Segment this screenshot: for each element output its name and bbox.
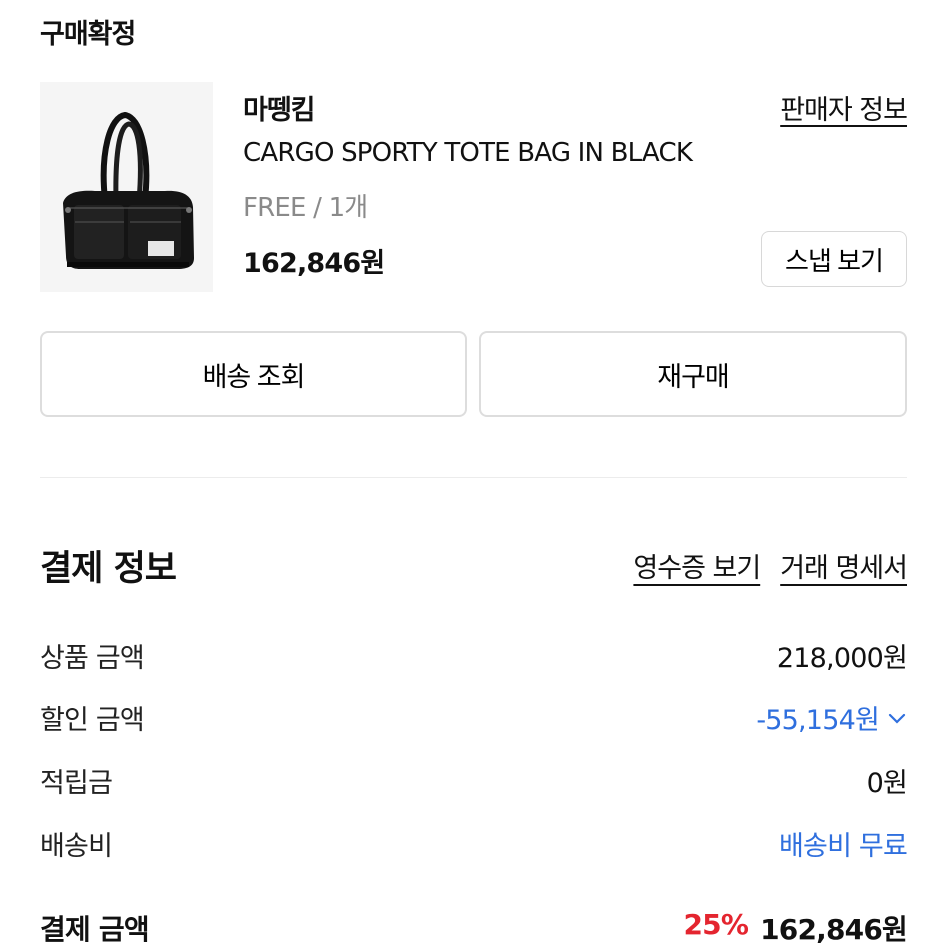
product-amount-label: 상품 금액 xyxy=(40,643,145,674)
product-thumbnail[interactable] xyxy=(40,82,213,292)
product-price: 162,846원 xyxy=(243,248,385,279)
discount-percent: 25% xyxy=(683,908,749,941)
payment-links: 영수증 보기 거래 명세서 xyxy=(633,546,908,585)
payment-total-value: 162,846원 xyxy=(760,913,908,946)
payment-total-label: 결제 금액 xyxy=(40,913,150,946)
brand-name: 마뗑킴 xyxy=(243,95,316,126)
chevron-down-icon xyxy=(888,713,906,724)
purchase-detail-page: 구매확정 마뗑킴 판매자 정보 CARGO SPORTY TOTE BAG IN… xyxy=(0,0,947,947)
order-status: 구매확정 xyxy=(40,19,136,50)
product-option: FREE / 1개 xyxy=(243,193,368,223)
payment-info-title: 결제 정보 xyxy=(40,549,177,589)
section-divider xyxy=(40,477,907,478)
delivery-tracking-button[interactable]: 배송 조회 xyxy=(40,331,467,417)
points-row: 적립금 0원 xyxy=(40,761,908,800)
transaction-statement-link[interactable]: 거래 명세서 xyxy=(780,546,908,585)
payment-total-row: 결제 금액 25% 162,846원 xyxy=(40,908,908,947)
discount-amount-row: 할인 금액 -55,154원 xyxy=(40,698,907,737)
product-amount-value: 218,000원 xyxy=(776,643,908,674)
shipping-fee-value: 배송비 무료 xyxy=(779,831,908,862)
black-tote-bag-image xyxy=(40,82,213,292)
discount-amount-toggle[interactable]: -55,154원 xyxy=(756,698,907,737)
points-value: 0원 xyxy=(866,768,908,799)
product-amount-row: 상품 금액 218,000원 xyxy=(40,636,908,675)
discount-amount-label: 할인 금액 xyxy=(40,705,145,736)
payment-total-values: 25% 162,846원 xyxy=(683,908,907,947)
product-name: CARGO SPORTY TOTE BAG IN BLACK xyxy=(243,138,693,168)
shipping-fee-label: 배송비 xyxy=(40,831,113,862)
seller-info-link[interactable]: 판매자 정보 xyxy=(780,88,908,127)
reorder-button[interactable]: 재구매 xyxy=(479,331,907,417)
discount-amount-value: -55,154원 xyxy=(756,705,879,736)
snap-view-button[interactable]: 스냅 보기 xyxy=(761,231,907,287)
points-label: 적립금 xyxy=(40,768,113,799)
shipping-fee-row: 배송비 배송비 무료 xyxy=(40,824,908,863)
receipt-link[interactable]: 영수증 보기 xyxy=(633,546,761,585)
